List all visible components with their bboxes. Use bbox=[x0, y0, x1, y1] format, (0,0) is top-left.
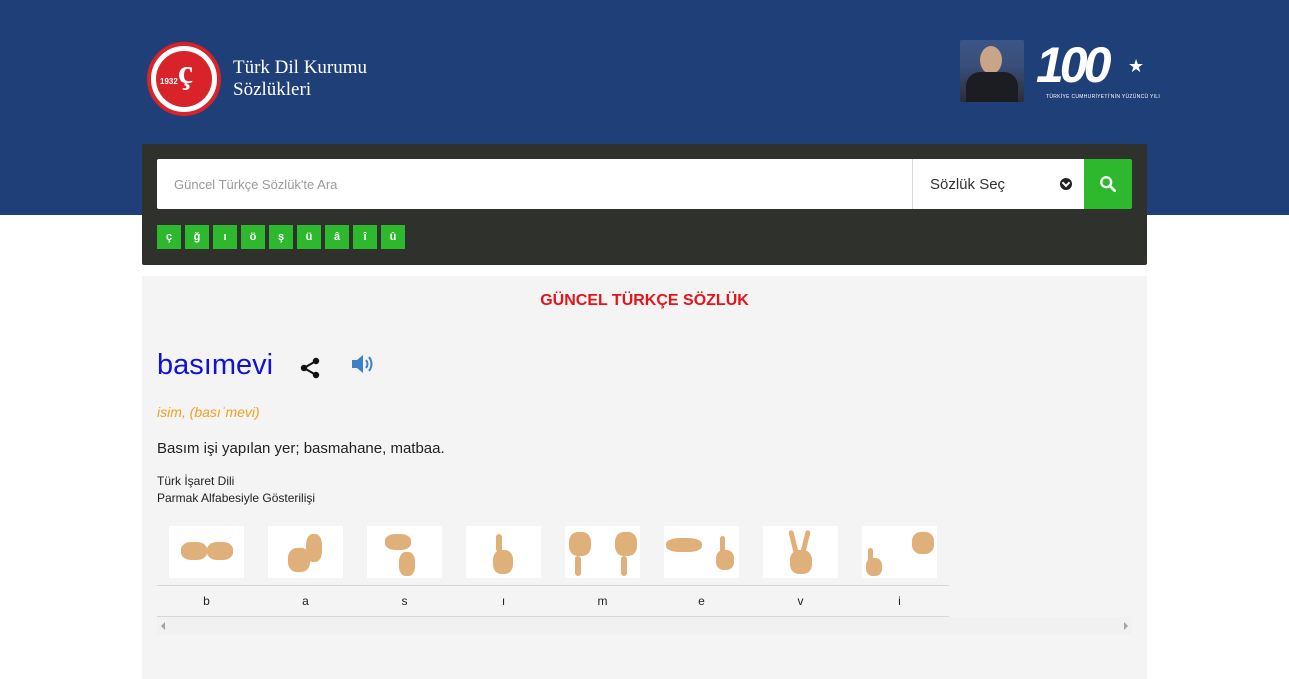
dictionary-select-label: Sözlük Seç bbox=[930, 175, 1006, 193]
logo-line-2: Sözlükleri bbox=[233, 79, 312, 100]
centennial-logo: 100 ★ TÜRKİYE CUMHURİYETİ'NİN YÜZÜNCÜ YI… bbox=[1036, 40, 1160, 102]
result-panel: GÜNCEL TÜRKÇE SÖZLÜK basımevi isim, (bas… bbox=[142, 276, 1147, 679]
logo-line-1: Türk Dil Kurumu bbox=[233, 57, 368, 78]
speaker-icon[interactable] bbox=[350, 352, 376, 376]
sign-letter: ı bbox=[501, 594, 506, 608]
centennial-badge: 100 ★ TÜRKİYE CUMHURİYETİ'NİN YÜZÜNCÜ YI… bbox=[960, 40, 1160, 102]
divider bbox=[157, 585, 949, 586]
ataturk-portrait bbox=[960, 40, 1024, 102]
dictionary-select[interactable]: Sözlük Seç bbox=[912, 159, 1084, 209]
char-button[interactable]: ö bbox=[241, 225, 265, 249]
char-button[interactable]: ı bbox=[213, 225, 237, 249]
chevron-down-icon bbox=[1060, 178, 1072, 190]
sign-letter: i bbox=[898, 594, 901, 608]
centennial-caption: TÜRKİYE CUMHURİYETİ'NİN YÜZÜNCÜ YILI bbox=[1046, 94, 1161, 100]
share-icon[interactable] bbox=[298, 356, 322, 380]
sign-letter: s bbox=[401, 594, 408, 608]
sign-image bbox=[268, 526, 343, 578]
sign-image bbox=[763, 526, 838, 578]
char-button[interactable]: â bbox=[325, 225, 349, 249]
char-button[interactable]: û bbox=[381, 225, 405, 249]
scroll-right-icon[interactable] bbox=[1124, 622, 1128, 630]
sign-image bbox=[664, 526, 739, 578]
char-button[interactable]: ç bbox=[157, 225, 181, 249]
tdk-logo[interactable]: 1932 ç Türk Dil Kurumu Sözlükleri bbox=[147, 42, 367, 116]
sign-letter: v bbox=[797, 594, 804, 608]
char-button[interactable]: ü bbox=[297, 225, 321, 249]
dictionary-title: GÜNCEL TÜRKÇE SÖZLÜK bbox=[540, 292, 749, 309]
scroll-left-icon[interactable] bbox=[161, 622, 165, 630]
char-button[interactable]: ğ bbox=[185, 225, 209, 249]
sign-letter: m bbox=[597, 594, 608, 608]
logo-mark: ç bbox=[178, 54, 194, 91]
special-char-bar: ç ğ ı ö ş ü â î û bbox=[157, 225, 405, 249]
sign-image bbox=[862, 526, 937, 578]
search-input[interactable] bbox=[157, 159, 912, 209]
sign-image bbox=[466, 526, 541, 578]
search-panel: Sözlük Seç ç ğ ı ö ş ü â î û bbox=[142, 144, 1147, 265]
logo-year: 1932 bbox=[160, 77, 178, 86]
headword: basımevi bbox=[157, 349, 274, 381]
sign-language-title: Türk İşaret Dili bbox=[157, 474, 235, 488]
definition: Basım işi yapılan yer; basmahane, matbaa… bbox=[157, 440, 445, 457]
sign-letter: a bbox=[302, 594, 309, 608]
sign-letter: e bbox=[698, 594, 705, 608]
search-icon bbox=[1100, 176, 1117, 193]
word-meta: isim, (basıˈmevi) bbox=[157, 404, 260, 420]
horizontal-scrollbar[interactable] bbox=[157, 617, 1132, 634]
sign-language-subtitle: Parmak Alfabesiyle Gösterilişi bbox=[157, 491, 316, 505]
sign-letter: b bbox=[203, 594, 210, 608]
sign-image bbox=[565, 526, 640, 578]
char-button[interactable]: î bbox=[353, 225, 377, 249]
search-button[interactable] bbox=[1084, 159, 1132, 209]
tdk-logo-emblem: 1932 ç bbox=[147, 42, 221, 116]
star-icon: ★ bbox=[1128, 56, 1145, 76]
logo-text: Türk Dil Kurumu Sözlükleri bbox=[233, 57, 367, 101]
sign-image bbox=[169, 526, 244, 578]
char-button[interactable]: ş bbox=[269, 225, 293, 249]
sign-image bbox=[367, 526, 442, 578]
